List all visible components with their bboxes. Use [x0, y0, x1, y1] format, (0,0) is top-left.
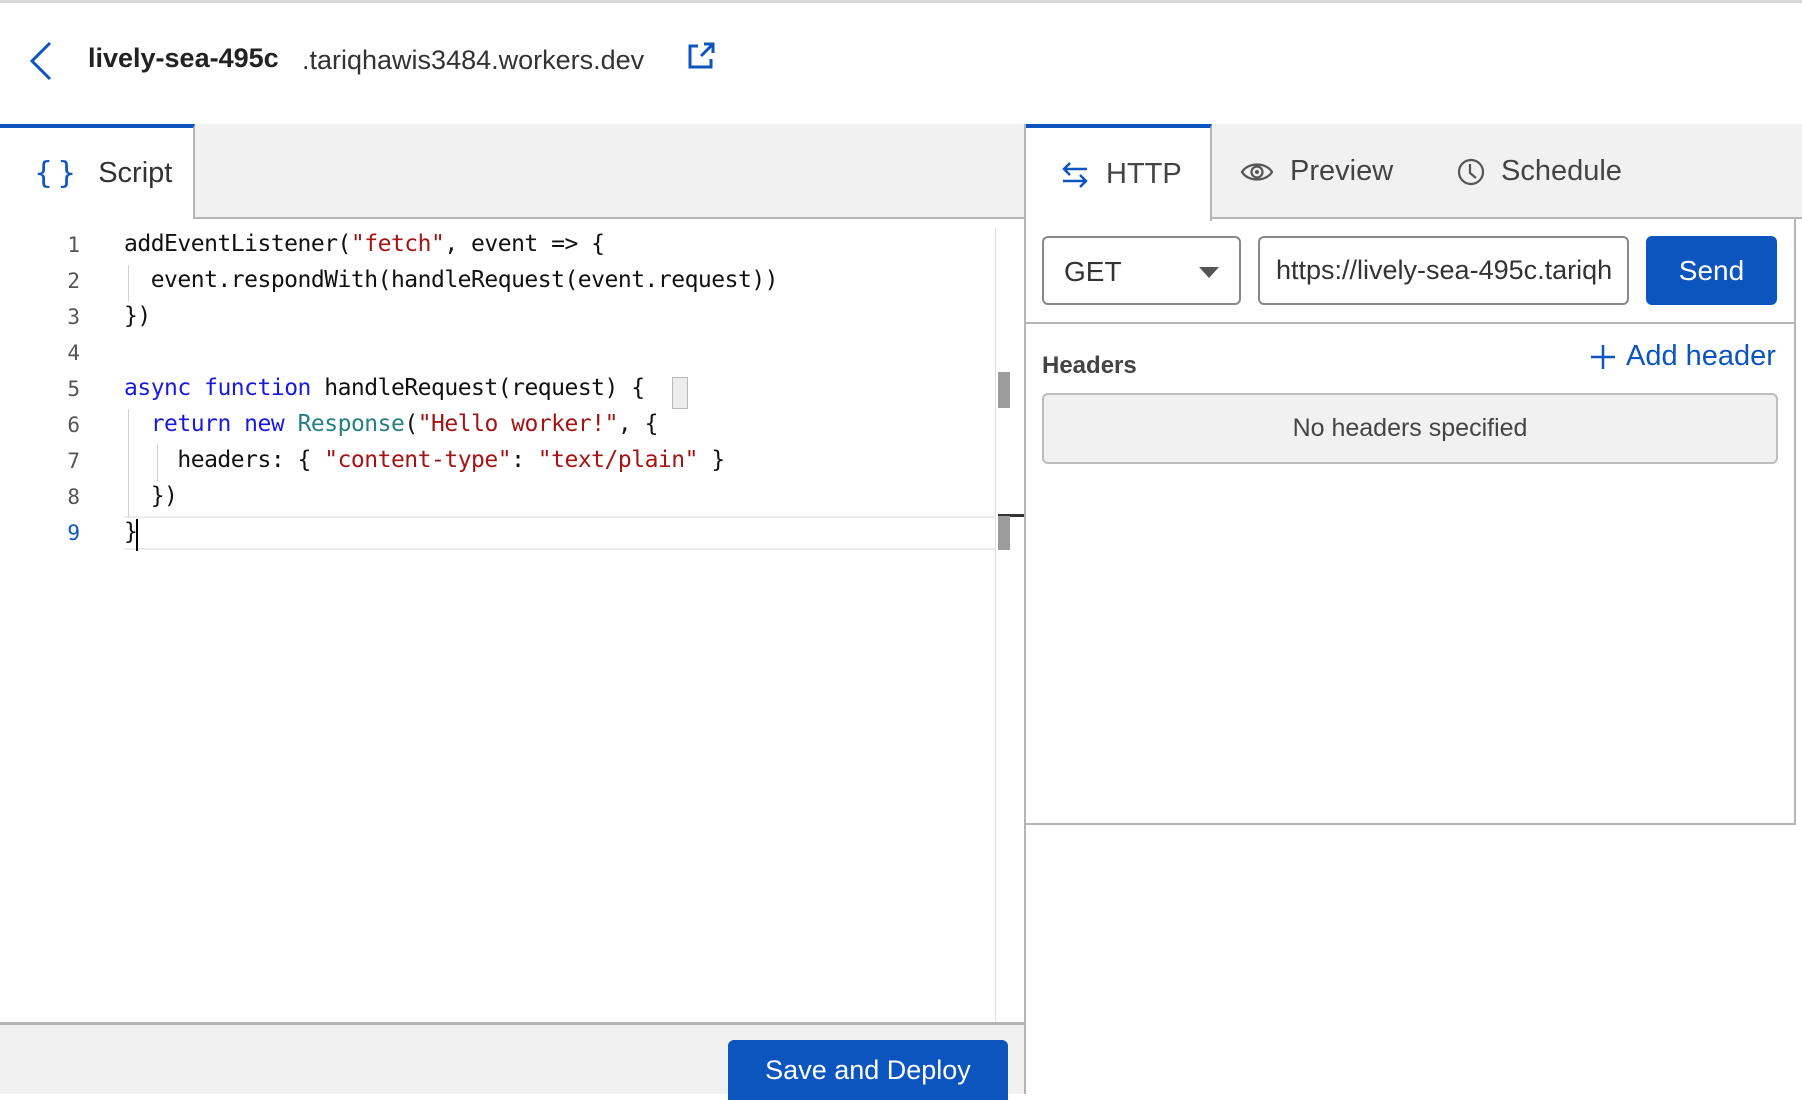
add-header-label: Add header: [1626, 340, 1776, 372]
headers-empty-state: No headers specified: [1042, 393, 1778, 464]
code-line-3: }): [124, 303, 151, 329]
braces-icon: {}: [34, 156, 81, 191]
send-button[interactable]: Send: [1646, 236, 1777, 305]
current-line-highlight: [124, 516, 996, 550]
code-line-1: addEventListener("fetch", event => {: [124, 231, 605, 257]
line-number: 4: [67, 341, 80, 365]
editor-scrollbar[interactable]: [995, 228, 1026, 1022]
tab-http[interactable]: HTTP: [1026, 124, 1212, 221]
arrows-exchange-icon: [1062, 161, 1088, 188]
code-line-5: async function handleRequest(request) {: [124, 375, 645, 401]
plus-icon: [1591, 344, 1615, 369]
line-number: 7: [67, 449, 80, 473]
chevron-left-icon[interactable]: [26, 39, 56, 83]
code-line-2: event.respondWith(handleRequest(event.re…: [124, 267, 779, 293]
tab-http-label: HTTP: [1106, 158, 1182, 190]
code-editor[interactable]: 1 2 3 4 5 6 7 8 9 addEventListener("fetc…: [0, 219, 1023, 1022]
scrollbar-bracket-marker: [998, 372, 1010, 408]
line-number: 1: [67, 233, 80, 257]
line-number: 3: [67, 305, 80, 329]
worker-name: lively-sea-495c: [88, 43, 279, 73]
headers-empty-text: No headers specified: [1292, 414, 1528, 442]
http-panel: [1026, 219, 1796, 825]
clock-icon: [1457, 158, 1485, 185]
worker-domain: .tariqhawis3484.workers.dev: [302, 45, 645, 75]
line-number: 2: [67, 269, 80, 293]
tab-script[interactable]: {} Script: [0, 124, 195, 219]
code-line-8: }): [124, 483, 178, 509]
chevron-down-icon: [1199, 267, 1219, 278]
method-value: GET: [1064, 256, 1122, 287]
line-number: 8: [67, 485, 80, 509]
tab-schedule-label: Schedule: [1501, 155, 1622, 187]
request-divider: [1026, 322, 1794, 324]
tab-preview-label: Preview: [1290, 155, 1394, 187]
tab-preview[interactable]: Preview: [1240, 124, 1393, 219]
line-number: 6: [67, 413, 80, 437]
line-number: 5: [67, 377, 80, 401]
method-select[interactable]: GET: [1042, 236, 1241, 305]
eye-icon: [1240, 162, 1274, 181]
code-line-6: return new Response("Hello worker!", {: [150, 411, 659, 437]
tab-script-label: Script: [98, 157, 173, 189]
bracket-match-highlight: [672, 377, 688, 409]
url-input[interactable]: [1258, 236, 1629, 305]
line-number-active: 9: [67, 521, 80, 545]
scrollbar-thumb[interactable]: [998, 516, 1010, 550]
tab-schedule[interactable]: Schedule: [1457, 124, 1622, 219]
page-header: lively-sea-495c .tariqhawis3484.workers.…: [0, 3, 1802, 123]
code-line-7: headers: { "content-type": "text/plain" …: [124, 447, 725, 473]
external-link-icon[interactable]: [686, 41, 716, 71]
text-caret: [136, 519, 138, 551]
add-header-button[interactable]: Add header: [1590, 340, 1776, 373]
save-and-deploy-button[interactable]: Save and Deploy: [728, 1040, 1008, 1100]
headers-title: Headers: [1042, 352, 1137, 379]
